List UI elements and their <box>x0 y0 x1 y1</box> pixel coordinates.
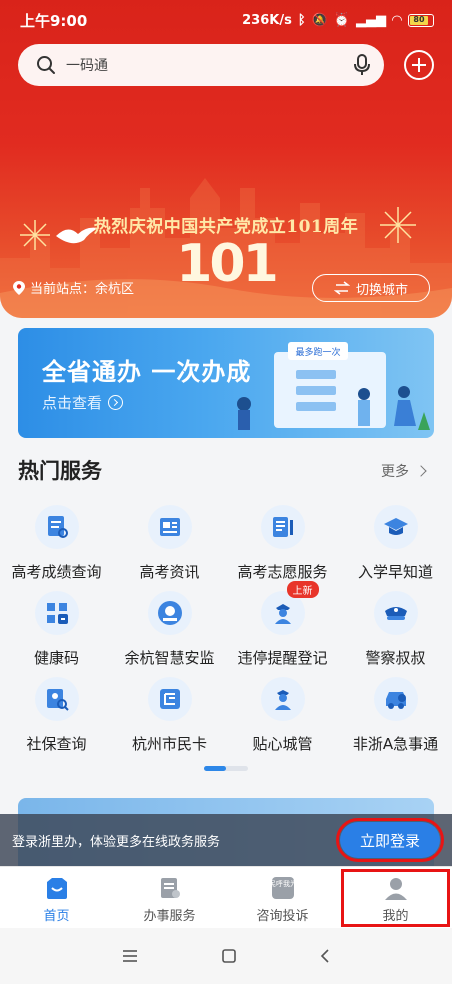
service-label: 健康码 <box>33 649 79 667</box>
service-social-security[interactable]: 社保查询 <box>0 677 113 754</box>
chevron-right-icon <box>415 465 427 477</box>
service-label: 入学早知道 <box>357 563 433 581</box>
health-code-icon <box>34 591 79 635</box>
hero-banner[interactable]: 上午9:00 236K/s ᛒ 🔕 ⏰ ▂▄▆ ◠ 80 一码通 热烈庆祝中国共… <box>0 0 452 318</box>
more-link[interactable]: 更多 <box>381 461 427 481</box>
graduation-cap-icon <box>373 505 418 549</box>
police-cap-icon <box>373 591 418 635</box>
service-gaokao-news[interactable]: 高考资讯 <box>113 505 226 582</box>
user-icon <box>383 875 409 901</box>
station-label: 当前站点：余杭区 <box>30 282 135 297</box>
service-gaokao-volunteer[interactable]: 高考志愿服务 <box>226 505 339 582</box>
new-badge: 上新 <box>286 581 319 598</box>
service-label: 社保查询 <box>26 735 87 753</box>
login-prompt-message: 登录浙里办，体验更多在线政务服务 <box>12 834 221 850</box>
wifi-icon: ◠ <box>392 12 402 28</box>
battery-icon: 80 <box>408 13 434 27</box>
tab-label: 办事服务 <box>143 909 196 924</box>
switch-city-button[interactable]: 切换城市 <box>312 274 430 302</box>
service-enrollment[interactable]: 入学早知道 <box>339 505 452 582</box>
bottom-tab-bar: 首页 办事服务 民呼我为 咨询投诉 我的 <box>0 866 452 928</box>
service-label: 非浙A急事通 <box>352 735 439 753</box>
tab-label: 我的 <box>382 909 409 924</box>
signal-icon: ▂▄▆ <box>356 12 386 28</box>
safety-badge-icon <box>147 591 192 635</box>
system-nav-bar <box>0 928 452 984</box>
promo-tag: 最多跑一次 <box>295 346 340 358</box>
home-square-icon[interactable] <box>221 948 237 964</box>
search-icon <box>37 56 55 74</box>
home-icon <box>44 875 70 901</box>
location-pin-icon <box>13 280 25 295</box>
office-illustration: 最多跑一次 <box>237 342 430 430</box>
traffic-officer-icon: 上新 <box>260 581 319 635</box>
exam-score-icon <box>34 505 79 549</box>
service-health-code[interactable]: 健康码 <box>0 591 113 668</box>
swap-icon <box>333 281 350 295</box>
service-police[interactable]: 警察叔叔 <box>339 591 452 668</box>
login-prompt-bar: 登录浙里办，体验更多在线政务服务 立即登录 <box>0 814 452 866</box>
current-station: 当前站点：余杭区 <box>12 278 134 297</box>
tab-label: 咨询投诉 <box>256 909 309 924</box>
complaint-icon: 民呼我为 <box>269 875 297 901</box>
status-icons: 236K/s ᛒ 🔕 ⏰ ▂▄▆ ◠ 80 <box>242 13 434 28</box>
volunteer-form-icon <box>260 505 305 549</box>
service-label: 高考资讯 <box>139 563 200 581</box>
add-icon[interactable] <box>404 50 434 80</box>
status-bar: 上午9:00 236K/s ᛒ 🔕 ⏰ ▂▄▆ ◠ 80 <box>0 0 452 40</box>
tab-label: 首页 <box>43 909 70 924</box>
tab-services[interactable]: 办事服务 <box>113 867 226 929</box>
car-icon <box>373 677 418 721</box>
service-citizen-card[interactable]: 杭州市民卡 <box>113 677 226 754</box>
back-icon[interactable] <box>319 948 331 964</box>
service-label: 警察叔叔 <box>365 649 426 667</box>
service-label: 高考志愿服务 <box>237 563 328 581</box>
service-gaokao-score[interactable]: 高考成绩查询 <box>0 505 113 582</box>
promo-banner[interactable]: 全省通办 一次办成 点击查看 最多跑一次 <box>18 328 434 438</box>
service-label: 高考成绩查询 <box>11 563 102 581</box>
page-indicator <box>204 766 248 771</box>
bluetooth-icon: ᛒ <box>297 12 306 28</box>
alarm-icon: ⏰ <box>333 12 350 28</box>
login-now-button[interactable]: 立即登录 <box>336 818 444 862</box>
tab-mine[interactable]: 我的 <box>339 867 452 929</box>
city-manager-icon <box>260 677 305 721</box>
tab-consult-complaint[interactable]: 民呼我为 咨询投诉 <box>226 867 339 929</box>
promo-cta-label: 点击查看 <box>42 394 103 412</box>
banner-number: 101 <box>176 234 279 294</box>
citizen-card-icon <box>147 677 192 721</box>
menu-icon[interactable] <box>121 949 139 963</box>
switch-city-label: 切换城市 <box>355 282 408 298</box>
service-label: 贴心城管 <box>252 735 313 753</box>
hot-services-title: 热门服务 <box>18 459 102 483</box>
net-speed: 236K/s <box>242 12 292 28</box>
search-placeholder: 一码通 <box>66 58 108 74</box>
search-bar[interactable]: 一码通 <box>18 44 384 86</box>
mute-icon: 🔕 <box>311 12 328 28</box>
service-city-management[interactable]: 贴心城管 <box>226 677 339 754</box>
service-parking-reminder[interactable]: 上新 违停提醒登记 <box>226 581 339 668</box>
service-label: 余杭智慧安监 <box>124 649 215 667</box>
service-safety-supervision[interactable]: 余杭智慧安监 <box>113 591 226 668</box>
service-non-zhejiang-a[interactable]: 非浙A急事通 <box>339 677 452 754</box>
tab-home[interactable]: 首页 <box>0 867 113 929</box>
more-label: 更多 <box>381 464 409 480</box>
complaint-icon-text: 民呼我为 <box>270 879 296 888</box>
service-label: 杭州市民卡 <box>131 735 207 753</box>
promo-cta[interactable]: 点击查看 <box>42 392 124 413</box>
status-time: 上午9:00 <box>20 11 88 30</box>
arrow-circle-icon <box>108 395 124 410</box>
social-security-icon <box>34 677 79 721</box>
service-doc-icon <box>157 875 183 901</box>
news-icon <box>147 505 192 549</box>
microphone-icon[interactable] <box>354 54 370 76</box>
service-label: 违停提醒登记 <box>237 649 328 667</box>
